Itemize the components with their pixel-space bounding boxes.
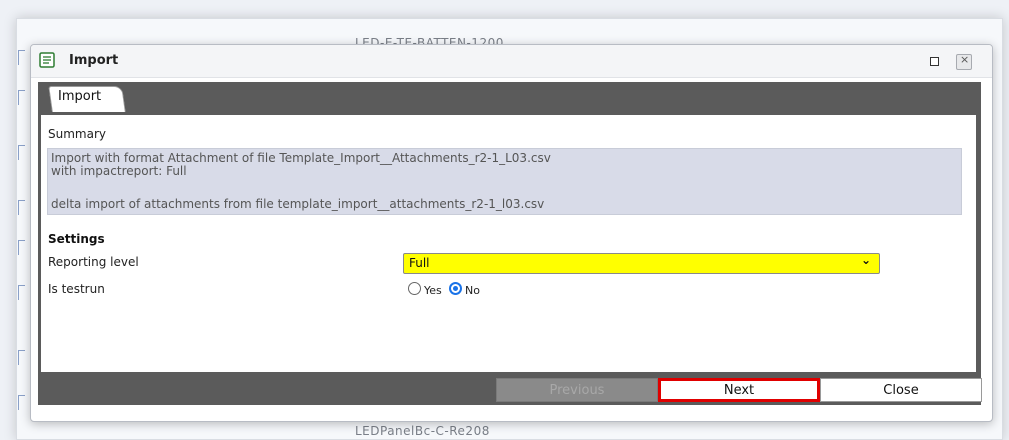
background-row-text: LEDPanelBc-C-Re208 <box>355 424 490 438</box>
tab-import-label: Import <box>58 89 102 104</box>
maximize-icon <box>930 57 939 66</box>
summary-box: Import with format Attachment of file Te… <box>47 148 962 215</box>
row-marker <box>18 395 25 410</box>
document-list-icon <box>39 52 55 68</box>
radio-yes[interactable] <box>408 282 421 295</box>
summary-line: with impactreport: Full <box>51 164 187 178</box>
import-panel: Summary Import with format Attachment of… <box>41 115 976 372</box>
settings-heading: Settings <box>48 232 105 246</box>
maximize-button[interactable] <box>929 55 941 67</box>
row-marker <box>18 50 25 65</box>
reporting-level-select[interactable]: Full ⌄ <box>403 253 880 274</box>
row-marker <box>18 240 25 255</box>
import-dialog: Import × Summary Import with format Atta… <box>30 44 993 422</box>
dialog-title: Import <box>69 53 119 68</box>
chevron-down-icon: ⌄ <box>860 253 871 267</box>
row-marker <box>18 200 25 215</box>
radio-yes-label: Yes <box>424 284 442 297</box>
reporting-level-label: Reporting level <box>48 255 139 269</box>
summary-line: delta import of attachments from file te… <box>51 197 545 211</box>
row-marker <box>18 145 25 160</box>
reporting-level-value: Full <box>409 256 430 270</box>
is-testrun-label: Is testrun <box>48 282 105 296</box>
radio-no[interactable] <box>449 282 462 295</box>
summary-label: Summary <box>48 127 106 141</box>
background-row-markers <box>18 50 28 420</box>
radio-no-label: No <box>465 284 480 297</box>
content-frame: Summary Import with format Attachment of… <box>38 82 982 405</box>
close-window-button[interactable]: × <box>956 53 972 70</box>
row-marker <box>18 350 25 365</box>
next-button[interactable]: Next <box>658 378 820 402</box>
close-button[interactable]: Close <box>820 378 982 402</box>
row-marker <box>18 285 25 300</box>
previous-button[interactable]: Previous <box>496 378 658 402</box>
dialog-titlebar[interactable]: Import × <box>31 45 992 78</box>
dialog-button-bar: Previous Next Close <box>41 377 982 405</box>
row-marker <box>18 90 25 105</box>
close-icon: × <box>960 53 970 66</box>
